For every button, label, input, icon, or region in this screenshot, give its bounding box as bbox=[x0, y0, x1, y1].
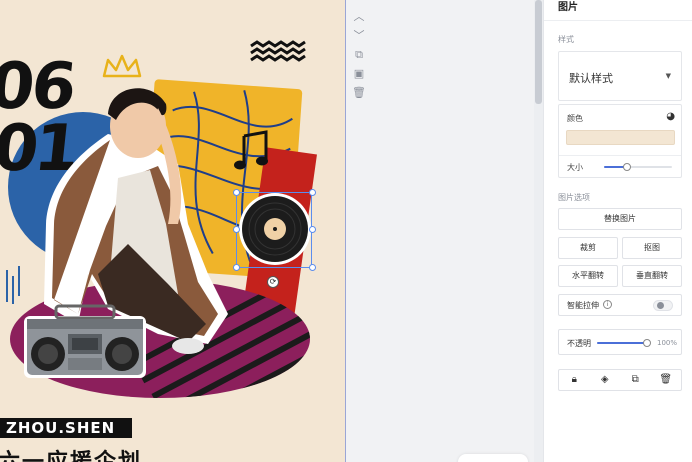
resize-handle-left[interactable] bbox=[233, 226, 240, 233]
resize-handle-top-right[interactable] bbox=[309, 189, 316, 196]
resize-handle-bottom-right[interactable] bbox=[309, 264, 316, 271]
info-icon[interactable]: i bbox=[603, 300, 612, 309]
trash-icon[interactable]: 🗑︎ bbox=[651, 370, 682, 390]
trash-icon[interactable]: 🗑 bbox=[351, 84, 367, 102]
chevron-up-icon[interactable]: ︿ bbox=[351, 8, 367, 26]
name-tag-text[interactable]: ZHOU.SHEN bbox=[0, 418, 132, 438]
smart-stretch-label: 智能拉伸 bbox=[567, 301, 599, 310]
selection-box[interactable] bbox=[236, 192, 312, 268]
opacity-slider-knob[interactable] bbox=[643, 339, 651, 347]
style-section-label: 样式 bbox=[558, 35, 574, 44]
size-slider-knob[interactable] bbox=[623, 163, 632, 171]
style-select[interactable]: 默认样式 ▼ bbox=[558, 51, 682, 101]
caret-down-icon: ▼ bbox=[665, 72, 671, 80]
size-label: 大小 bbox=[567, 163, 583, 172]
poster-bottom-text[interactable]: 六一应援企划 bbox=[0, 444, 142, 462]
flip-horizontal-button[interactable]: 水平翻转 bbox=[558, 265, 618, 287]
size-slider[interactable] bbox=[604, 163, 672, 171]
palette-icon[interactable]: ◕ bbox=[666, 111, 675, 122]
copy-icon[interactable]: ⧉ bbox=[351, 46, 367, 64]
opacity-value: 100% bbox=[656, 339, 677, 347]
panel-divider bbox=[544, 20, 692, 21]
card-divider bbox=[559, 155, 681, 156]
canvas-scrollbar-thumb[interactable] bbox=[535, 0, 542, 104]
save-icon[interactable]: ▣ bbox=[351, 65, 367, 83]
resize-handle-bottom-left[interactable] bbox=[233, 264, 240, 271]
opacity-label: 不透明 bbox=[567, 339, 591, 348]
style-select-value: 默认样式 bbox=[569, 72, 613, 85]
resize-handle-top-left[interactable] bbox=[233, 189, 240, 196]
properties-panel: 图片 样式 默认样式 ▼ 颜色 ◕ 大小 图片选项 替换图片 裁剪 抠图 水平翻… bbox=[543, 0, 692, 462]
rotate-handle-icon[interactable]: ⟳ bbox=[267, 276, 279, 288]
workspace-background bbox=[346, 0, 543, 462]
opacity-row: 不透明 100% bbox=[558, 329, 682, 355]
smart-stretch-toggle[interactable] bbox=[653, 300, 673, 311]
layers-icon[interactable]: ◈ bbox=[590, 370, 621, 390]
music-note-icon[interactable] bbox=[232, 130, 272, 174]
flip-vertical-button[interactable]: 垂直翻转 bbox=[622, 265, 682, 287]
opacity-slider[interactable] bbox=[597, 339, 651, 347]
duplicate-icon[interactable]: ⧉ bbox=[620, 370, 651, 390]
lock-icon[interactable]: 🔒︎ bbox=[559, 370, 590, 390]
smart-stretch-row: 智能拉伸 i bbox=[558, 294, 682, 316]
crop-button[interactable]: 裁剪 bbox=[558, 237, 618, 259]
decorative-lines bbox=[6, 266, 20, 304]
panel-title: 图片 bbox=[558, 2, 578, 13]
chevron-down-icon[interactable]: ﹀ bbox=[351, 27, 367, 45]
element-float-toolbar: ︿ ﹀ ⧉ ▣ 🗑 bbox=[351, 8, 367, 103]
layer-actions: 🔒︎ ◈ ⧉ 🗑︎ bbox=[558, 369, 682, 391]
color-size-card: 颜色 ◕ 大小 bbox=[558, 104, 682, 178]
color-swatch[interactable] bbox=[566, 130, 675, 145]
zoom-control[interactable] bbox=[458, 454, 528, 462]
poster-canvas[interactable]: 06 01 ⟳ ZHOU.SHEN bbox=[0, 0, 346, 462]
color-label: 颜色 bbox=[567, 114, 583, 123]
resize-handle-right[interactable] bbox=[309, 226, 316, 233]
replace-image-button[interactable]: 替换图片 bbox=[558, 208, 682, 230]
image-options-label: 图片选项 bbox=[558, 193, 590, 202]
cutout-button[interactable]: 抠图 bbox=[622, 237, 682, 259]
opacity-slider-fill bbox=[597, 342, 649, 344]
zigzag-decoration[interactable] bbox=[249, 40, 309, 64]
boombox-image[interactable] bbox=[22, 304, 148, 380]
